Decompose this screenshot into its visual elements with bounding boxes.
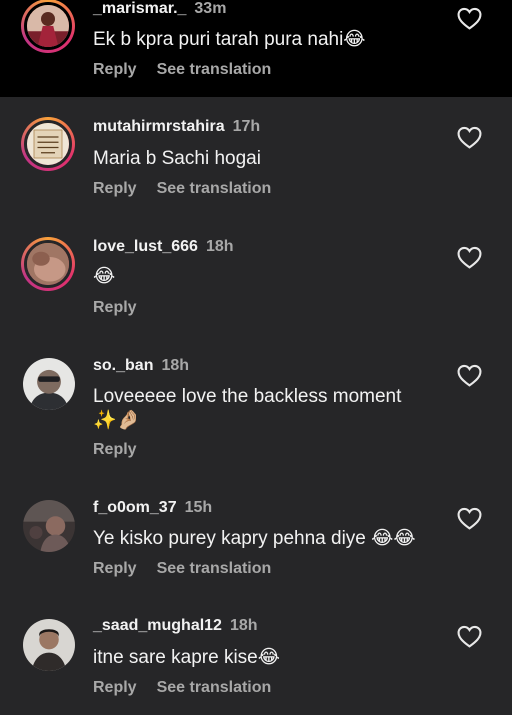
see-translation-button[interactable]: See translation — [157, 180, 272, 198]
comment-text: Ek b kpra puri tarah pura nahi😂 — [93, 29, 366, 50]
comment-actions: Reply — [93, 441, 137, 459]
comment-text: Maria b Sachi hogai — [93, 148, 261, 169]
avatar-photo — [23, 619, 75, 671]
comments-list: _marismar._ 33m Ek b kpra puri tarah pura… — [0, 0, 512, 715]
avatar[interactable] — [21, 117, 75, 171]
timestamp: 33m — [194, 0, 227, 17]
see-translation-button[interactable]: See translation — [157, 679, 272, 697]
heart-outline-icon[interactable] — [457, 364, 482, 387]
reply-button[interactable]: Reply — [93, 560, 137, 578]
comment-item: mutahirmrstahira 17h Maria b Sachi hogai … — [0, 97, 512, 217]
comment-item: so._ban 18h Loveeeee love the backless mo… — [0, 337, 512, 479]
timestamp: 18h — [205, 238, 234, 255]
comment-text: itne sare kapre kise😂 — [93, 647, 280, 668]
reply-button[interactable]: Reply — [93, 61, 137, 79]
avatar-photo — [27, 243, 69, 285]
heart-outline-icon[interactable] — [457, 7, 482, 30]
username[interactable]: mutahirmrstahira — [93, 118, 225, 135]
reply-button[interactable]: Reply — [93, 441, 137, 459]
avatar[interactable] — [23, 358, 75, 410]
avatar-photo — [27, 123, 69, 165]
avatar-photo — [23, 500, 75, 552]
comment-meta: love_lust_666 18h — [93, 238, 234, 256]
comment-meta: f_o0om_37 15h — [93, 499, 212, 517]
timestamp: 18h — [229, 617, 258, 634]
comment-actions: Reply See translation — [93, 180, 271, 198]
timestamp: 18h — [161, 357, 190, 374]
heart-outline-icon[interactable] — [457, 126, 482, 149]
comment-text: Ye kisko purey kapry pehna diye 😂😂 — [93, 528, 416, 549]
comment-item: f_o0om_37 15h Ye kisko purey kapry pehna … — [0, 479, 512, 597]
comment-meta: so._ban 18h — [93, 357, 189, 375]
comment-item: _saad_mughal12 18h itne sare kapre kise😂 … — [0, 597, 512, 715]
see-translation-button[interactable]: See translation — [157, 560, 272, 578]
username[interactable]: love_lust_666 — [93, 238, 198, 255]
comment-text: Loveeeee love the backless moment ✨🤌🏼 — [93, 386, 402, 431]
comment-meta: _marismar._ 33m — [93, 0, 226, 18]
heart-outline-icon[interactable] — [457, 625, 482, 648]
reply-button[interactable]: Reply — [93, 679, 137, 697]
avatar[interactable] — [21, 0, 75, 53]
comment-actions: Reply See translation — [93, 679, 271, 697]
avatar-photo — [27, 5, 69, 47]
reply-button[interactable]: Reply — [93, 180, 137, 198]
comment-text: 😂 — [93, 265, 116, 287]
comment-item: love_lust_666 18h 😂 Reply — [0, 217, 512, 337]
heart-outline-icon[interactable] — [457, 246, 482, 269]
avatar[interactable] — [21, 237, 75, 291]
timestamp: 17h — [232, 118, 261, 135]
comment-meta: mutahirmrstahira 17h — [93, 118, 260, 136]
reply-button[interactable]: Reply — [93, 299, 137, 317]
username[interactable]: f_o0om_37 — [93, 499, 177, 516]
comment-item: _marismar._ 33m Ek b kpra puri tarah pura… — [0, 0, 512, 97]
timestamp: 15h — [184, 499, 213, 516]
avatar[interactable] — [23, 500, 75, 552]
comment-actions: Reply See translation — [93, 560, 271, 578]
username[interactable]: _saad_mughal12 — [93, 617, 222, 634]
heart-outline-icon[interactable] — [457, 507, 482, 530]
avatar[interactable] — [23, 619, 75, 671]
see-translation-button[interactable]: See translation — [157, 61, 272, 79]
comment-actions: Reply See translation — [93, 61, 271, 79]
username[interactable]: so._ban — [93, 357, 153, 374]
username[interactable]: _marismar._ — [93, 0, 186, 17]
comment-actions: Reply — [93, 299, 137, 317]
avatar-photo — [23, 358, 75, 410]
comment-meta: _saad_mughal12 18h — [93, 617, 258, 635]
